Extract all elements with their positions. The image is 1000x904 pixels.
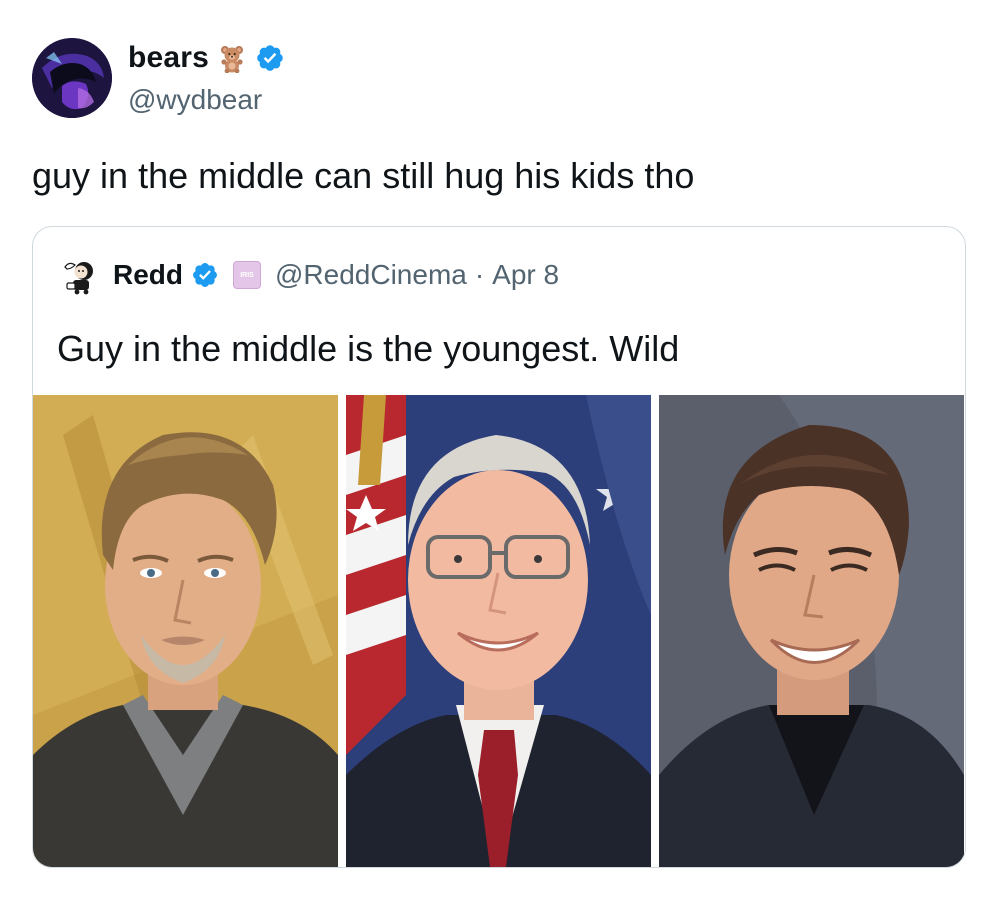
author-avatar[interactable] — [32, 38, 112, 118]
quoted-author-display-name[interactable]: Redd — [113, 259, 183, 291]
quoted-author-avatar[interactable] — [57, 253, 101, 297]
photo-right[interactable] — [659, 395, 964, 867]
teddy-bear-emoji-icon — [221, 46, 244, 73]
photo-middle[interactable] — [346, 395, 651, 867]
photo-grid — [33, 395, 964, 867]
verified-badge-icon — [257, 45, 283, 71]
quoted-tweet-card[interactable]: Redd IRIS @ReddCinema · Apr 8 Guy in the… — [32, 226, 966, 868]
separator-dot: · — [474, 259, 485, 290]
quoted-tweet-text: Guy in the middle is the youngest. Wild — [57, 328, 680, 369]
photo-left[interactable] — [33, 395, 338, 867]
author-handle[interactable]: @wydbear — [128, 84, 262, 116]
quoted-tweet-date[interactable]: Apr 8 — [492, 259, 559, 291]
author-display-name[interactable]: bears — [128, 41, 209, 75]
tweet-text: guy in the middle can still hug his kids… — [32, 155, 695, 196]
verified-badge-icon — [193, 263, 217, 287]
quoted-author-handle[interactable]: @ReddCinema — [275, 259, 467, 291]
affiliate-badge-icon[interactable]: IRIS — [233, 261, 261, 289]
